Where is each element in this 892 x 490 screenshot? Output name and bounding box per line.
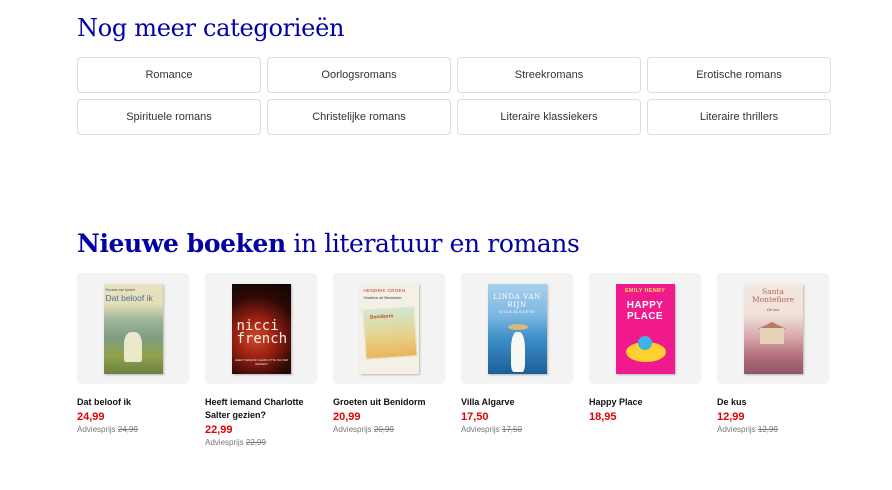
book-price: 18,95 (589, 411, 617, 423)
category-erotische-romans[interactable]: Erotische romans (647, 57, 831, 93)
cover-hat (507, 323, 528, 330)
cover-author: Roxane van Iperen (105, 287, 136, 292)
cover-title: Groeten uit Benidorm (363, 294, 402, 300)
book-cover-image: nicci french HEEFT IEMAND CHARLOTTE SALT… (231, 283, 291, 374)
list-price-value: 24,99 (117, 425, 138, 434)
book-cover-link[interactable]: Roxane van Iperen Dat beloof ik (77, 273, 189, 384)
book-list-price: Adviesprijs 22,99 (205, 437, 317, 449)
book-card: Santa Montefiore De kus De kus 12,99 Adv… (717, 273, 829, 449)
new-books-heading-rest: in literatuur en romans (285, 229, 580, 258)
book-card: EMILY HENRY HAPPY PLACE Happy Place 18,9… (589, 273, 701, 449)
cover-author: Santa Montefiore (751, 286, 795, 304)
book-title[interactable]: Happy Place (589, 396, 701, 409)
new-books-heading: Nieuwe boeken in literatuur en romans (77, 229, 580, 258)
book-cover-image: Roxane van Iperen Dat beloof ik (103, 283, 163, 374)
list-price-value: 12,99 (757, 425, 778, 434)
list-price-label: Adviesprijs (333, 425, 374, 434)
book-list-price: Adviesprijs 20,99 (333, 424, 445, 436)
category-grid: Romance Oorlogsromans Streekromans Eroti… (77, 57, 831, 135)
book-cover-link[interactable]: LINDA VAN RIJN VILLA ALGARVE (461, 273, 573, 384)
cover-title: VILLA ALGARVE (499, 308, 535, 314)
book-cover-link[interactable]: EMILY HENRY HAPPY PLACE (589, 273, 701, 384)
category-romance[interactable]: Romance (77, 57, 261, 93)
list-price-label: Adviesprijs (461, 425, 502, 434)
book-price: 22,99 (205, 424, 233, 436)
cover-author: EMILY HENRY (624, 287, 666, 294)
list-price-label: Adviesprijs (77, 425, 118, 434)
list-price-value: 22,99 (245, 438, 266, 447)
cover-title: De kus (766, 306, 780, 312)
book-card: LINDA VAN RIJN VILLA ALGARVE Villa Algar… (461, 273, 573, 449)
book-list-price: Adviesprijs 12,99 (717, 424, 829, 436)
book-cover-link[interactable]: HENDRIK GROEN Groeten uit Benidorm Benid… (333, 273, 445, 384)
cover-author: HENDRIK GROEN (363, 287, 406, 293)
categories-heading: Nog meer categorieën (77, 14, 345, 42)
book-list-price: Adviesprijs 17,50 (461, 424, 573, 436)
book-title[interactable]: De kus (717, 396, 829, 409)
book-carousel: Roxane van Iperen Dat beloof ik Dat belo… (77, 273, 829, 449)
category-christelijke-romans[interactable]: Christelijke romans (267, 99, 451, 135)
list-price-label: Adviesprijs (717, 425, 758, 434)
category-spirituele-romans[interactable]: Spirituele romans (77, 99, 261, 135)
cover-label: Benidorm (369, 312, 394, 321)
book-price: 24,99 (77, 411, 105, 423)
category-oorlogsromans[interactable]: Oorlogsromans (267, 57, 451, 93)
book-cover-image: HENDRIK GROEN Groeten uit Benidorm Benid… (359, 283, 419, 374)
list-price-value: 20,99 (373, 425, 394, 434)
list-price-label: Adviesprijs (205, 438, 246, 447)
cover-title: HAPPY PLACE (626, 299, 664, 322)
book-price: 12,99 (717, 411, 745, 423)
book-cover-image: Santa Montefiore De kus (743, 283, 803, 374)
cover-house (759, 327, 784, 344)
book-title[interactable]: Heeft iemand Charlotte Salter gezien? (205, 396, 317, 422)
cover-ball-shape (637, 335, 652, 350)
book-card: Roxane van Iperen Dat beloof ik Dat belo… (77, 273, 189, 449)
book-title[interactable]: Villa Algarve (461, 396, 573, 409)
cover-figure (510, 331, 525, 372)
category-streekromans[interactable]: Streekromans (457, 57, 641, 93)
book-title[interactable]: Groeten uit Benidorm (333, 396, 445, 409)
book-cover-link[interactable]: Santa Montefiore De kus (717, 273, 829, 384)
new-books-heading-bold: Nieuwe boeken (77, 229, 286, 258)
cover-subtitle: HEEFT IEMAND CHARLOTTE SALTER GEZIEN? (234, 357, 289, 366)
book-list-price: Adviesprijs 24,99 (77, 424, 189, 436)
category-literaire-thrillers[interactable]: Literaire thrillers (647, 99, 831, 135)
book-card: nicci french HEEFT IEMAND CHARLOTTE SALT… (205, 273, 317, 449)
book-title[interactable]: Dat beloof ik (77, 396, 189, 409)
book-cover-image: LINDA VAN RIJN VILLA ALGARVE (487, 283, 547, 374)
cover-title: Dat beloof ik (105, 292, 153, 303)
book-price: 17,50 (461, 411, 489, 423)
book-cover-image: EMILY HENRY HAPPY PLACE (615, 283, 675, 374)
book-price: 20,99 (333, 411, 361, 423)
book-card: HENDRIK GROEN Groeten uit Benidorm Benid… (333, 273, 445, 449)
cover-figure (123, 331, 142, 362)
cover-author: LINDA VAN RIJN (493, 292, 541, 309)
category-literaire-klassiekers[interactable]: Literaire klassiekers (457, 99, 641, 135)
list-price-value: 17,50 (501, 425, 522, 434)
book-cover-link[interactable]: nicci french HEEFT IEMAND CHARLOTTE SALT… (205, 273, 317, 384)
cover-title: nicci french (236, 317, 288, 347)
